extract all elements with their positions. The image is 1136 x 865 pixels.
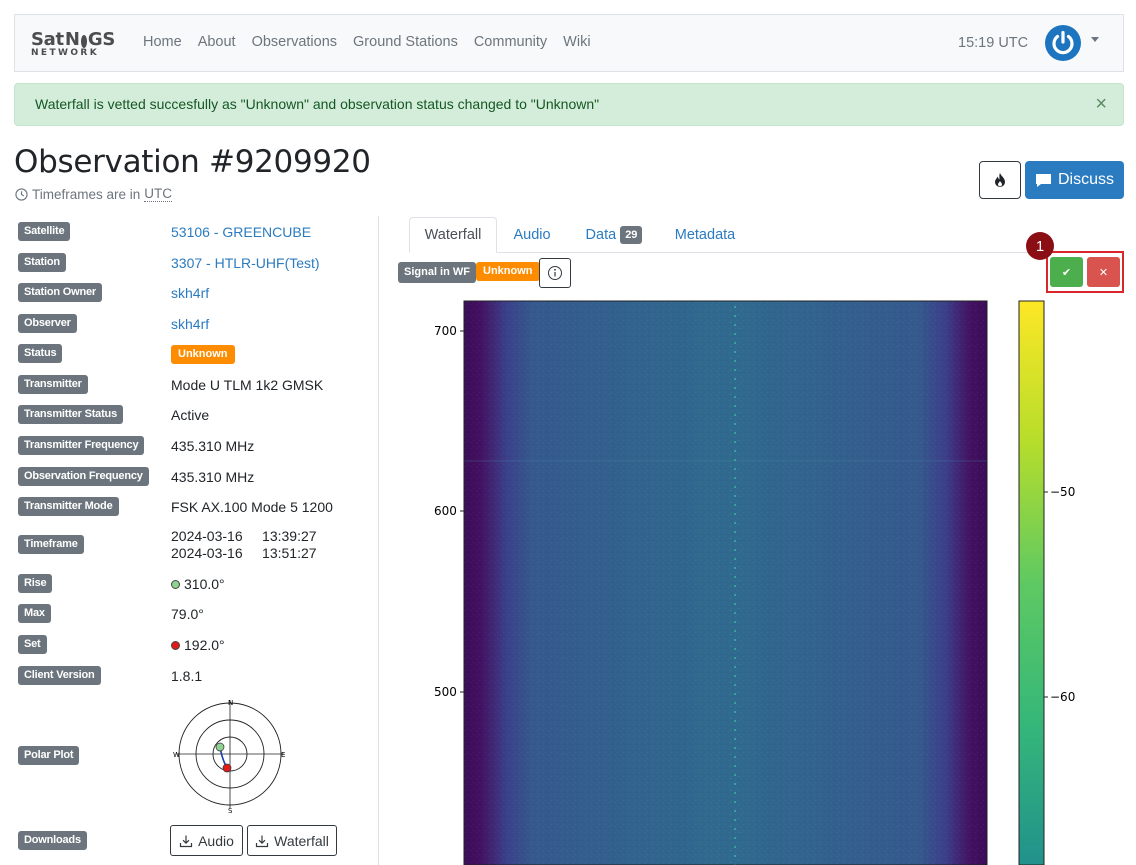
timeframe-start: 2024-03-16 13:39:27	[171, 528, 317, 544]
polar-south-label: S	[228, 807, 233, 814]
nav-links: Home About Observations Ground Stations …	[135, 34, 599, 50]
station-link[interactable]: 3307 - HTLR-UHF(Test)	[171, 255, 320, 271]
label-polar-plot: Polar Plot	[18, 746, 80, 765]
label-observer: Observer	[18, 314, 77, 333]
clock-icon	[15, 187, 28, 201]
colorbar-tick-minus60: −60	[1050, 690, 1075, 704]
polar-east-label: E	[281, 751, 285, 759]
download-waterfall-label: Waterfall	[274, 832, 329, 849]
signal-in-wf-badge: Signal in WF	[398, 262, 476, 283]
status-badge: Unknown	[171, 345, 235, 364]
observation-tabs: Waterfall Audio Data 29 Metadata	[409, 217, 1124, 253]
label-station-owner: Station Owner	[18, 283, 102, 302]
satellite-link[interactable]: 53106 - GREENCUBE	[171, 224, 311, 240]
page-title: Observation #9209920	[14, 144, 371, 180]
navbar: Sat N GS NETWORK Home About Observations G…	[14, 14, 1124, 72]
nav-link-about[interactable]: About	[190, 34, 244, 50]
tab-metadata[interactable]: Metadata	[669, 217, 741, 253]
polar-north-label: N	[228, 699, 233, 707]
station-owner-link[interactable]: skh4rf	[171, 285, 209, 301]
transmitter-mode-value: FSK AX.100 Mode 5 1200	[171, 499, 333, 515]
check-icon: ✔	[1061, 266, 1072, 279]
label-downloads: Downloads	[18, 831, 87, 850]
user-menu-button[interactable]	[1045, 25, 1081, 61]
discuss-button[interactable]: Discuss	[1025, 161, 1124, 199]
info-button[interactable]	[539, 258, 571, 288]
label-max: Max	[18, 604, 51, 623]
transmitter-status-value: Active	[171, 407, 210, 423]
polar-west-label: W	[173, 751, 180, 759]
client-version-value: 1.8.1	[171, 668, 203, 684]
timezone-label: Timeframes are in	[32, 186, 141, 202]
alert-message: Waterfall is vetted succesfully as "Unkn…	[35, 96, 600, 112]
download-icon	[256, 835, 269, 847]
rise-point-icon	[215, 742, 225, 752]
satnogs-logo[interactable]: Sat N GS NETWORK	[31, 31, 115, 59]
download-audio-label: Audio	[198, 832, 234, 849]
nav-link-observations[interactable]: Observations	[244, 34, 345, 50]
transmitter-value: Mode U TLM 1k2 GMSK	[171, 377, 324, 393]
chevron-down-icon[interactable]	[1091, 37, 1099, 42]
info-icon	[548, 266, 562, 280]
download-icon	[179, 835, 193, 847]
y-tick-700: 700	[434, 324, 457, 338]
close-icon[interactable]: ×	[1095, 94, 1107, 114]
fire-button[interactable]	[979, 161, 1021, 199]
label-observation-frequency: Observation Frequency	[18, 467, 149, 486]
discuss-label: Discuss	[1057, 171, 1114, 188]
tab-waterfall[interactable]: Waterfall	[409, 217, 497, 253]
utc-clock: 15:19 UTC	[958, 35, 1029, 51]
label-rise: Rise	[18, 574, 53, 593]
nav-link-community[interactable]: Community	[466, 34, 555, 50]
y-tick-600: 600	[434, 504, 457, 518]
timeframe-end: 2024-03-16 13:51:27	[171, 545, 317, 561]
rise-marker-icon	[171, 580, 180, 589]
x-icon: ✕	[1098, 266, 1109, 279]
colorbar-tick-minus50: −50	[1050, 485, 1075, 499]
tab-data[interactable]: Data 29	[579, 217, 649, 253]
waterfall-image: 700 600 500 −50 −60	[434, 300, 1075, 865]
tab-audio[interactable]: Audio	[501, 217, 563, 253]
vet-bad-button[interactable]: ✕	[1087, 257, 1120, 287]
transmitter-frequency-value: 435.310 MHz	[171, 438, 255, 454]
label-satellite: Satellite	[18, 222, 71, 241]
label-station: Station	[18, 253, 66, 272]
download-audio-button[interactable]: Audio	[170, 825, 243, 856]
y-tick-500: 500	[434, 685, 457, 699]
vet-good-button[interactable]: ✔	[1050, 257, 1083, 287]
label-timeframe: Timeframe	[18, 535, 84, 554]
set-value: 192.0°	[184, 637, 225, 653]
label-transmitter: Transmitter	[18, 375, 88, 394]
colorbar	[1018, 300, 1045, 865]
data-count-badge: 29	[620, 226, 643, 244]
nav-link-home[interactable]: Home	[135, 34, 190, 50]
timezone-note: Timeframes are in UTC	[15, 186, 173, 202]
timezone-value: UTC	[144, 186, 173, 202]
label-transmitter-frequency: Transmitter Frequency	[18, 436, 145, 455]
waterfall-plot: 700 600 500 −50 −60	[398, 296, 1124, 865]
rise-value: 310.0°	[184, 576, 225, 592]
vetting-status-badge: Unknown	[476, 262, 540, 281]
nav-link-ground-stations[interactable]: Ground Stations	[345, 34, 466, 50]
comment-icon	[1035, 173, 1051, 187]
set-point-icon	[222, 763, 232, 773]
observation-frequency-value: 435.310 MHz	[171, 469, 255, 485]
label-set: Set	[18, 635, 47, 654]
power-icon	[1052, 30, 1074, 55]
step-marker: 1	[1026, 232, 1054, 260]
label-transmitter-status: Transmitter Status	[18, 405, 123, 424]
fire-icon	[995, 173, 1005, 187]
success-alert: Waterfall is vetted succesfully as "Unkn…	[14, 83, 1124, 126]
label-client-version: Client Version	[18, 666, 101, 685]
polar-plot: N E S W	[173, 699, 285, 814]
column-divider	[378, 216, 379, 865]
observer-link[interactable]: skh4rf	[171, 316, 209, 332]
logo-globe-icon	[80, 34, 87, 48]
nav-link-wiki[interactable]: Wiki	[555, 34, 598, 50]
download-waterfall-button[interactable]: Waterfall	[247, 825, 337, 856]
max-value: 79.0°	[171, 606, 204, 622]
label-transmitter-mode: Transmitter Mode	[18, 497, 119, 516]
label-status: Status	[18, 344, 63, 363]
set-marker-icon	[171, 641, 180, 650]
